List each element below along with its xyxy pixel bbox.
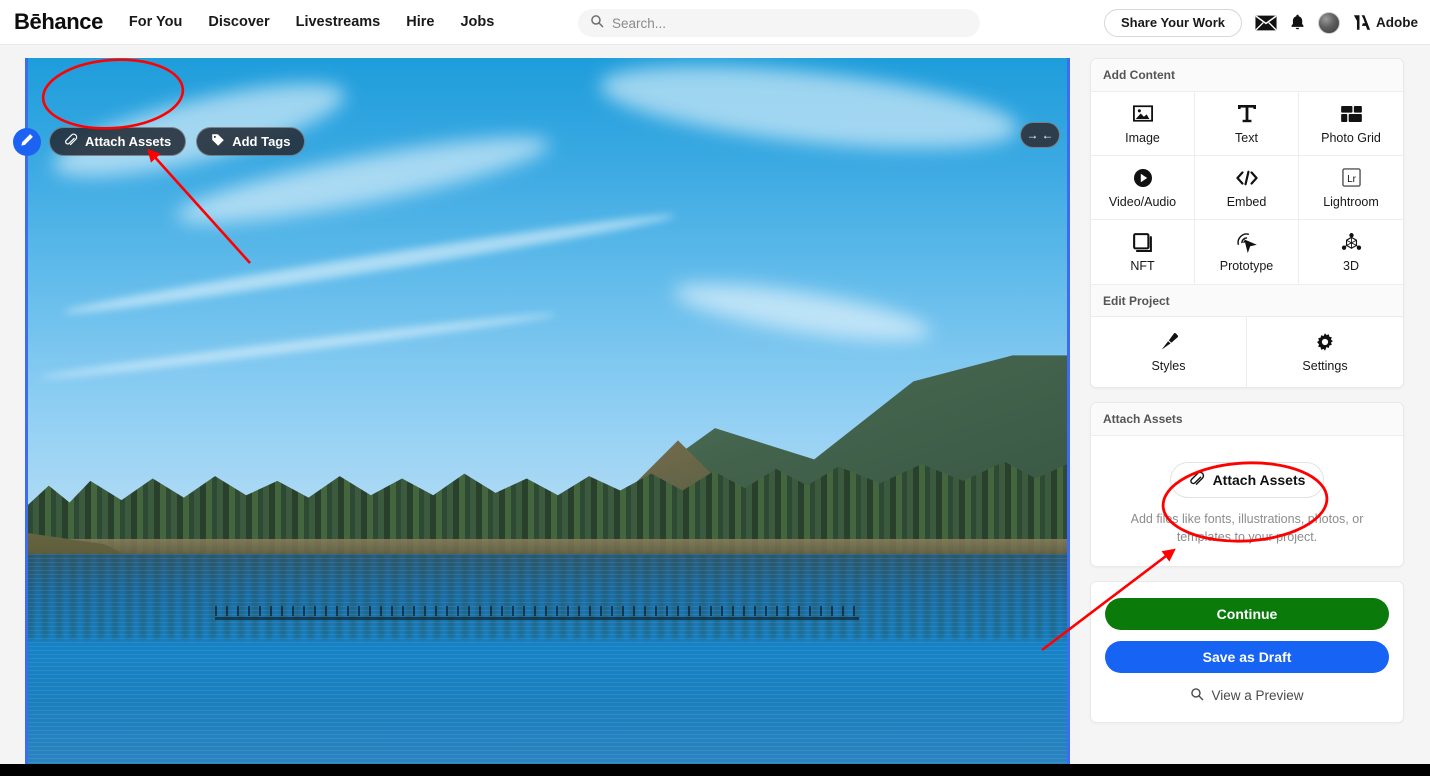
tag-icon	[211, 133, 225, 150]
landscape-photo	[28, 58, 1067, 766]
svg-text:Lr: Lr	[1347, 174, 1357, 185]
attach-assets-chip-label: Attach Assets	[85, 134, 172, 149]
tile-label: Photo Grid	[1321, 130, 1381, 145]
attach-assets-hint: Add files like fonts, illustrations, pho…	[1130, 512, 1364, 545]
bottom-black-bar	[0, 764, 1430, 776]
paintbrush-icon	[1159, 331, 1179, 353]
actions-panel: Continue Save as Draft View a Preview	[1090, 581, 1404, 724]
behance-project-editor: Bēhance For You Discover Livestreams Hir…	[0, 0, 1430, 776]
pier-line	[215, 617, 860, 621]
code-icon	[1235, 167, 1258, 189]
main-nav: For You Discover Livestreams Hire Jobs	[129, 14, 494, 30]
adobe-logo-icon	[1353, 15, 1371, 30]
add-content-tile-prototype[interactable]: Prototype	[1195, 220, 1299, 284]
tile-label: Prototype	[1219, 259, 1274, 273]
nav-item-for-you[interactable]: For You	[129, 14, 182, 30]
attach-assets-body: Attach Assets Add files like fonts, illu…	[1091, 436, 1403, 566]
nft-icon	[1133, 231, 1152, 253]
project-canvas: Attach Assets Add Tags → ←	[0, 46, 1080, 776]
tile-label: Lightroom	[1323, 194, 1379, 209]
save-as-draft-button[interactable]: Save as Draft	[1105, 641, 1389, 674]
share-your-work-button[interactable]: Share Your Work	[1103, 8, 1242, 37]
add-content-tile-image[interactable]: Image	[1091, 92, 1195, 156]
text-icon	[1237, 103, 1257, 125]
paperclip-icon	[64, 133, 78, 150]
edit-project-header: Edit Project	[1091, 284, 1403, 317]
pencil-icon	[20, 133, 34, 152]
edit-pencil-button[interactable]	[13, 128, 41, 156]
tile-label: Embed	[1226, 194, 1267, 209]
edit-project-grid: Styles Settings	[1091, 317, 1403, 387]
content-panel: Add Content Image Text Photo Grid Video/…	[1090, 58, 1404, 388]
add-content-tile-lightroom[interactable]: Lr Lightroom	[1299, 156, 1403, 220]
prototype-cursor-icon	[1236, 231, 1257, 253]
add-content-tile-3d[interactable]: 3D	[1299, 220, 1403, 284]
add-tags-chip[interactable]: Add Tags	[196, 127, 306, 156]
photo-grid-icon	[1340, 103, 1362, 125]
panel-collapse-toggle[interactable]: → ←	[1020, 122, 1060, 148]
top-navigation-bar: Bēhance For You Discover Livestreams Hir…	[0, 0, 1430, 45]
envelope-icon[interactable]	[1255, 15, 1277, 31]
attach-assets-panel: Attach Assets Attach Assets Add files li…	[1090, 402, 1404, 568]
avatar[interactable]	[1318, 11, 1340, 34]
tile-label: Text	[1235, 130, 1258, 145]
nav-item-discover[interactable]: Discover	[208, 14, 269, 30]
behance-logo[interactable]: Bēhance	[14, 9, 103, 35]
nav-item-jobs[interactable]: Jobs	[460, 14, 494, 30]
search-input[interactable]	[612, 15, 952, 31]
tile-label: Image	[1125, 130, 1160, 145]
editor-sidebar: Add Content Image Text Photo Grid Video/…	[1090, 58, 1404, 724]
search-icon	[590, 14, 604, 33]
image-icon	[1132, 103, 1153, 125]
tile-label: 3D	[1343, 259, 1359, 273]
lightroom-icon: Lr	[1341, 167, 1361, 189]
search-bar[interactable]	[578, 9, 980, 37]
attach-assets-chip[interactable]: Attach Assets	[49, 127, 187, 156]
add-content-header: Add Content	[1091, 59, 1403, 92]
add-content-grid: Image Text Photo Grid Video/Audio Embed …	[1091, 92, 1403, 284]
tile-label: Settings	[1302, 359, 1348, 373]
image-toolbar-chips: Attach Assets Add Tags	[49, 127, 306, 156]
view-a-preview-label: View a Preview	[1211, 688, 1304, 704]
add-content-tile-embed[interactable]: Embed	[1195, 156, 1299, 220]
gear-icon	[1315, 331, 1335, 353]
header-actions: Share Your Work Adobe	[1103, 0, 1418, 45]
cube-3d-icon	[1341, 231, 1362, 253]
edit-project-tile-styles[interactable]: Styles	[1091, 317, 1247, 387]
search-icon	[1190, 687, 1204, 704]
arrow-left-icon: ←	[1041, 128, 1054, 142]
add-content-tile-nft[interactable]: NFT	[1091, 220, 1195, 284]
nav-item-hire[interactable]: Hire	[406, 14, 434, 30]
tile-label: Video/Audio	[1108, 194, 1177, 209]
water-ripples	[28, 553, 1067, 766]
add-content-tile-video-audio[interactable]: Video/Audio	[1091, 156, 1195, 220]
edit-project-tile-settings[interactable]: Settings	[1247, 317, 1403, 387]
adobe-badge[interactable]: Adobe	[1353, 14, 1418, 31]
nav-item-livestreams[interactable]: Livestreams	[296, 14, 381, 30]
play-circle-icon	[1133, 167, 1153, 189]
add-tags-chip-label: Add Tags	[232, 134, 291, 149]
adobe-label: Adobe	[1376, 15, 1418, 30]
actions-body: Continue Save as Draft View a Preview	[1091, 582, 1403, 722]
pier-posts	[215, 605, 860, 616]
paperclip-icon	[1189, 471, 1205, 490]
project-image-block[interactable]	[25, 58, 1070, 766]
add-content-tile-text[interactable]: Text	[1195, 92, 1299, 156]
attach-assets-button-label: Attach Assets	[1212, 472, 1306, 488]
tile-label: NFT	[1130, 259, 1155, 273]
tile-label: Styles	[1151, 359, 1186, 373]
add-content-tile-photo-grid[interactable]: Photo Grid	[1299, 92, 1403, 156]
bell-icon[interactable]	[1290, 14, 1305, 31]
view-a-preview-link[interactable]: View a Preview	[1105, 687, 1389, 704]
arrow-right-icon: →	[1026, 128, 1039, 142]
continue-button[interactable]: Continue	[1105, 598, 1389, 631]
attach-assets-header: Attach Assets	[1091, 403, 1403, 436]
attach-assets-button[interactable]: Attach Assets	[1169, 462, 1325, 498]
